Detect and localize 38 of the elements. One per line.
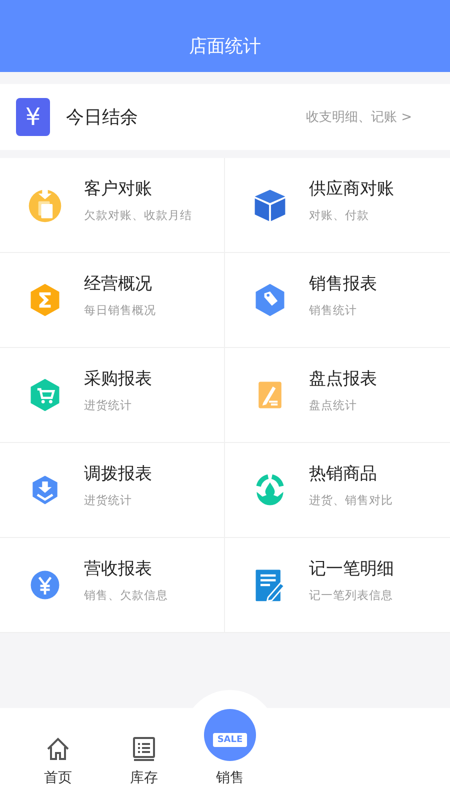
- tile-title: 经营概况: [84, 273, 153, 295]
- tile-subtitle: 进货、销售对比: [309, 493, 393, 508]
- menu-tile[interactable]: 热销商品 进货、销售对比: [225, 443, 450, 538]
- nav-tab[interactable]: SALE 销售: [187, 708, 273, 800]
- menu-tile[interactable]: 采购报表 进货统计: [0, 348, 225, 443]
- balance-card[interactable]: ¥ 今日结余 收支明细、记账 >: [0, 84, 450, 150]
- tile-subtitle: 欠款对账、收款月结: [84, 208, 192, 223]
- tile-title: 营收报表: [84, 558, 153, 580]
- nav-tab[interactable]: 首页: [15, 708, 101, 800]
- tile-subtitle: 盘点统计: [309, 398, 358, 413]
- page-title: 店面统计: [189, 35, 261, 58]
- tile-subtitle: 记一笔列表信息: [309, 588, 394, 603]
- tile-subtitle: 每日销售概况: [84, 303, 156, 318]
- balance-title: 今日结余: [66, 106, 139, 129]
- tile-title: 调拨报表: [84, 463, 152, 485]
- tile-title: 销售报表: [309, 273, 377, 295]
- menu-tile[interactable]: 经营概况 每日销售概况: [0, 253, 225, 348]
- tile-title: 供应商对账: [309, 178, 394, 200]
- tile-subtitle: 进货统计: [84, 493, 133, 508]
- tile-title: 客户对账: [84, 178, 153, 200]
- yen-icon: ¥: [16, 98, 50, 136]
- tile-subtitle: 对账、付款: [309, 208, 370, 223]
- menu-tile[interactable]: 调拨报表 进货统计: [0, 443, 225, 538]
- nav-tab[interactable]: 库存: [101, 708, 187, 800]
- menu-tile[interactable]: 客户对账 欠款对账、收款月结: [0, 158, 225, 253]
- tile-subtitle: 进货统计: [84, 398, 133, 413]
- tile-subtitle: 销售统计: [309, 303, 358, 318]
- tile-subtitle: 销售、欠款信息: [84, 588, 168, 603]
- tile-title: 采购报表: [84, 368, 152, 390]
- tile-title: 盘点报表: [309, 368, 377, 390]
- menu-tile[interactable]: 记一笔明细 记一笔列表信息: [225, 538, 450, 633]
- menu-tile[interactable]: 营收报表 销售、欠款信息: [0, 538, 225, 633]
- menu-tile[interactable]: 供应商对账 对账、付款: [225, 158, 450, 253]
- menu-tile[interactable]: 销售报表 销售统计: [225, 253, 450, 348]
- tile-title: 热销商品: [309, 463, 378, 485]
- menu-tile[interactable]: 盘点报表 盘点统计: [225, 348, 450, 443]
- tile-title: 记一笔明细: [309, 558, 394, 580]
- list-icon: [130, 735, 158, 763]
